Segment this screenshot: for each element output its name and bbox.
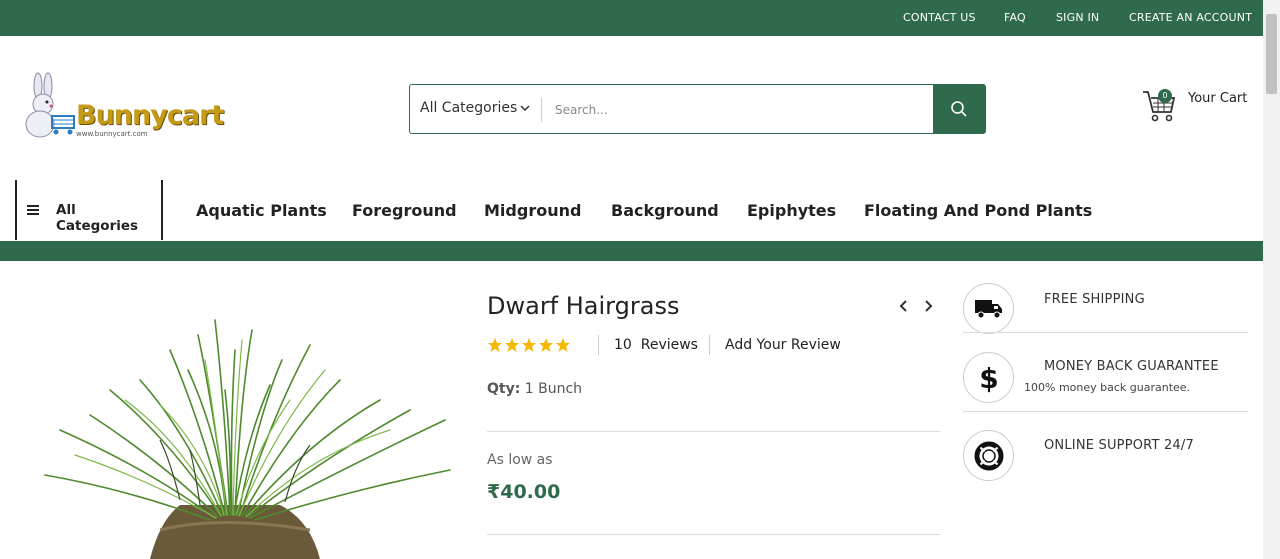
feature-free-shipping: FREE SHIPPING [963, 283, 1248, 343]
truck-icon [974, 299, 1002, 318]
star-icon [556, 338, 570, 352]
all-categories-menu[interactable]: All Categories [15, 180, 163, 240]
nav-item-floating-pond-plants[interactable]: Floating And Pond Plants [864, 201, 1092, 220]
scrollbar-thumb[interactable] [1266, 14, 1277, 94]
feature-icon-circle [963, 430, 1014, 481]
next-product-arrow-icon[interactable] [920, 298, 936, 314]
star-icon [539, 338, 553, 352]
faq-link[interactable]: FAQ [1004, 11, 1026, 24]
chevron-down-icon[interactable] [518, 101, 532, 115]
cart-count-badge: 0 [1158, 89, 1172, 103]
feature-title: MONEY BACK GUARANTEE [1044, 359, 1219, 374]
feature-title: FREE SHIPPING [1044, 292, 1145, 307]
create-account-link[interactable]: CREATE AN ACCOUNT [1129, 11, 1252, 24]
star-icon [522, 338, 536, 352]
search-input[interactable] [555, 96, 925, 124]
site-logo[interactable]: Bunnycart www.bunnycart.com [18, 72, 224, 142]
hairgrass-plant-image [20, 290, 468, 559]
bunny-mascot-icon [25, 72, 75, 138]
feature-icon-circle [963, 283, 1014, 334]
qty-label: Qty: [487, 381, 521, 397]
nav-bottom-strip [0, 241, 1263, 261]
product-price: ₹40.00 [487, 481, 561, 503]
dollar-icon: $ [979, 362, 998, 394]
star-icon [505, 338, 519, 352]
divider [963, 411, 1248, 412]
search-bar: All Categories [409, 84, 986, 134]
star-icon [488, 338, 502, 352]
rating-divider [598, 335, 599, 355]
nav-item-foreground[interactable]: Foreground [352, 201, 457, 220]
sign-in-link[interactable]: SIGN IN [1056, 11, 1099, 24]
all-categories-label: All Categories [56, 202, 139, 234]
product-qty: Qty: 1 Bunch [487, 381, 582, 397]
product-image[interactable] [20, 290, 468, 559]
add-review-link[interactable]: Add Your Review [725, 337, 841, 353]
product-title: Dwarf Hairgrass [487, 292, 680, 320]
cart-label[interactable]: Your Cart [1188, 91, 1247, 106]
previous-product-arrow-icon[interactable] [896, 298, 912, 314]
qty-value: 1 Bunch [524, 381, 583, 397]
reviews-count: 10 [614, 337, 632, 353]
divider [487, 534, 940, 535]
top-bar: CONTACT US FAQ SIGN IN CREATE AN ACCOUNT [0, 0, 1263, 36]
contact-us-link[interactable]: CONTACT US [903, 11, 976, 24]
feature-online-support: ONLINE SUPPORT 24/7 [963, 430, 1248, 490]
reviews-link[interactable]: 10 Reviews [614, 337, 698, 353]
feature-icon-circle: $ [963, 352, 1014, 403]
feature-money-back: $ MONEY BACK GUARANTEE 100% money back g… [963, 352, 1248, 412]
search-category-select[interactable]: All Categories [420, 100, 517, 116]
nav-item-epiphytes[interactable]: Epiphytes [747, 201, 836, 220]
main-nav: All Categories Aquatic Plants Foreground… [0, 180, 1263, 240]
divider [963, 332, 1248, 333]
reviews-label: Reviews [640, 337, 698, 353]
nav-item-midground[interactable]: Midground [484, 201, 581, 220]
divider [487, 431, 940, 432]
nav-item-aquatic-plants[interactable]: Aquatic Plants [196, 201, 327, 220]
hamburger-menu-icon [27, 205, 39, 215]
feature-title: ONLINE SUPPORT 24/7 [1044, 438, 1194, 453]
feature-subtitle: 100% money back guarantee. [1024, 381, 1191, 394]
nav-item-background[interactable]: Background [611, 201, 719, 220]
logo-wordmark: Bunnycart [76, 100, 224, 131]
rating-stars [487, 337, 571, 353]
cart-button[interactable]: 0 Your Cart [1141, 86, 1261, 126]
svg-text:$: $ [979, 362, 998, 394]
rating-divider [709, 335, 710, 355]
as-low-as-label: As low as [487, 452, 553, 468]
search-icon [951, 101, 967, 117]
logo-url: www.bunnycart.com [76, 130, 148, 138]
search-divider [541, 98, 542, 122]
search-button[interactable] [933, 85, 985, 133]
lifebuoy-icon [974, 441, 1003, 470]
